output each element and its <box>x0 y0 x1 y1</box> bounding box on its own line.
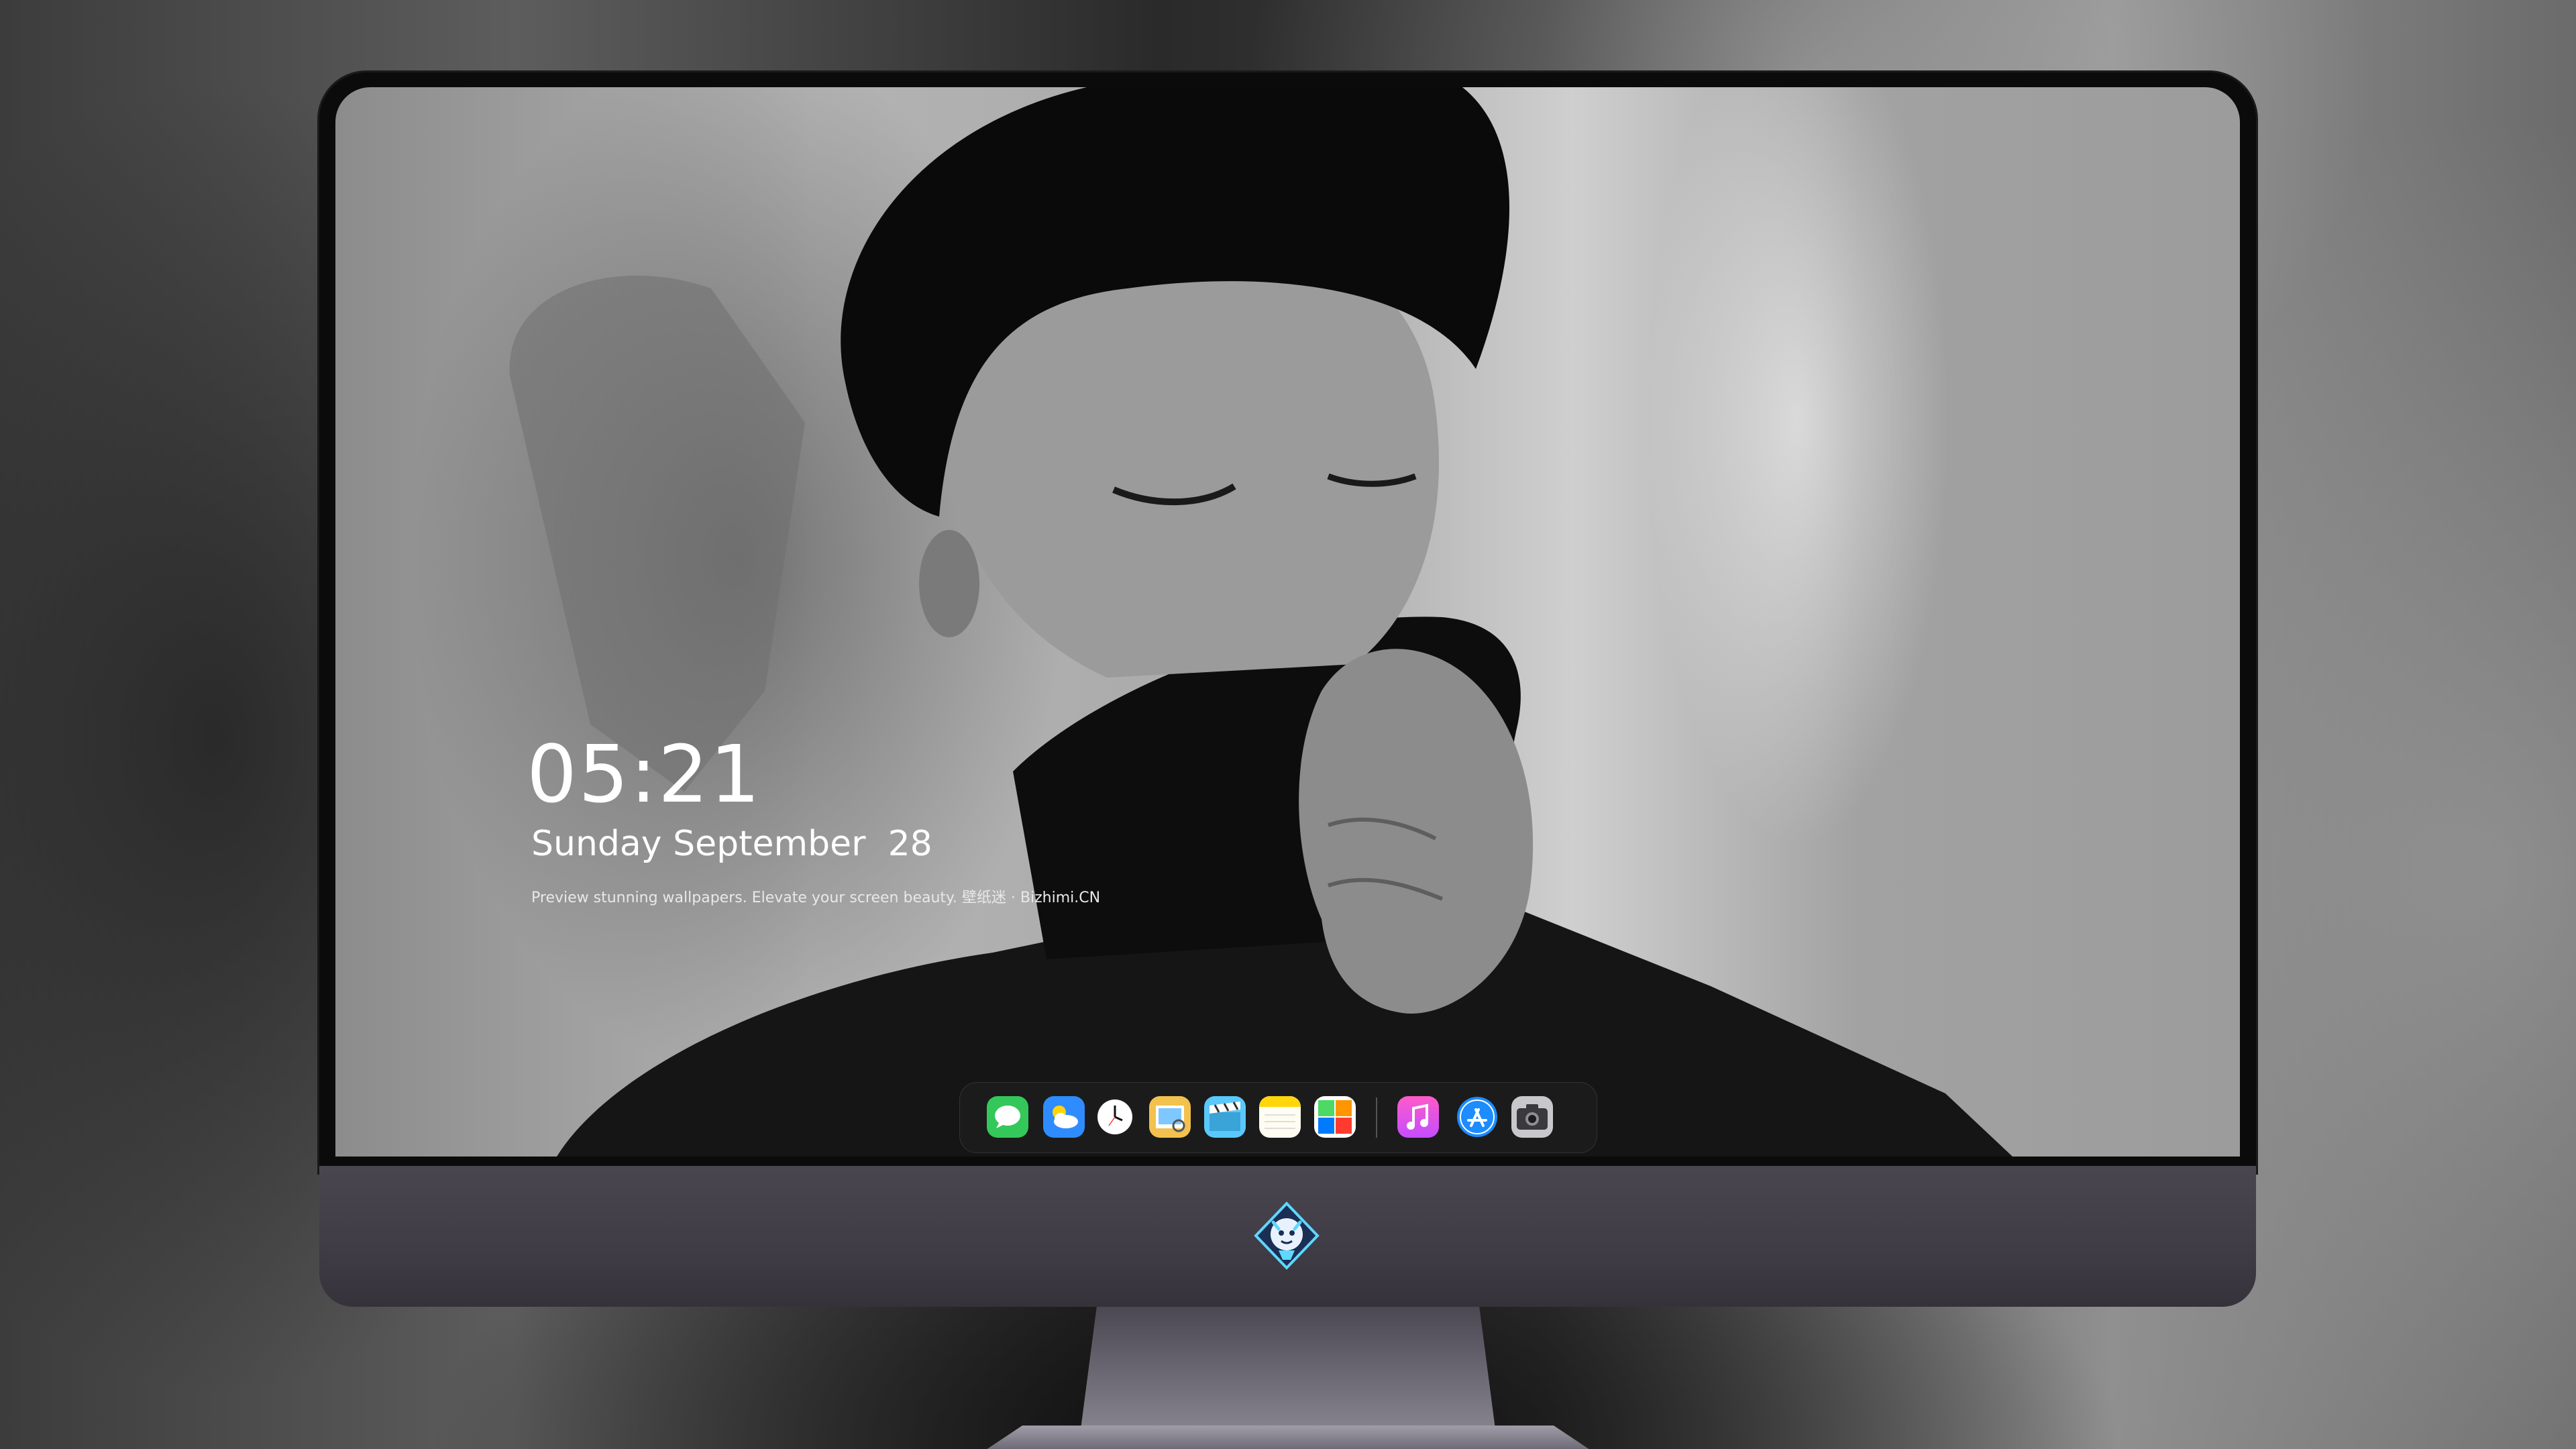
music-icon[interactable] <box>1397 1096 1439 1138</box>
monitor-bezel: 05:21 Sunday September 28 Preview stunni… <box>319 72 2256 1173</box>
monitor-chin <box>319 1166 2256 1307</box>
wallpaper-image <box>509 87 2012 1157</box>
wall-shadow <box>509 275 805 792</box>
notes-icon[interactable] <box>1259 1096 1301 1138</box>
lock-screen-tagline: Preview stunning wallpapers. Elevate you… <box>531 890 1101 906</box>
screen: 05:21 Sunday September 28 Preview stunni… <box>335 87 2240 1157</box>
dragon-mascot-logo <box>1254 1201 1320 1270</box>
background: 05:21 Sunday September 28 Preview stunni… <box>0 0 2576 1449</box>
dock-divider <box>1376 1097 1377 1138</box>
preview-icon[interactable] <box>1149 1096 1191 1138</box>
dock <box>959 1082 1597 1153</box>
camera-icon[interactable] <box>1511 1096 1553 1138</box>
monitor-stand <box>1080 1307 1496 1434</box>
app-store-icon[interactable] <box>1456 1096 1498 1138</box>
lock-screen-date: Sunday September 28 <box>531 824 932 864</box>
clips-icon[interactable] <box>1204 1096 1246 1138</box>
photo-booth-icon[interactable] <box>1314 1096 1356 1138</box>
weather-icon[interactable] <box>1043 1096 1085 1138</box>
messages-icon[interactable] <box>987 1096 1028 1138</box>
clock-icon[interactable] <box>1094 1096 1136 1138</box>
figure-ear <box>919 530 979 637</box>
lock-screen-time: 05:21 <box>527 728 762 820</box>
monitor-stand-foot <box>986 1426 1590 1449</box>
